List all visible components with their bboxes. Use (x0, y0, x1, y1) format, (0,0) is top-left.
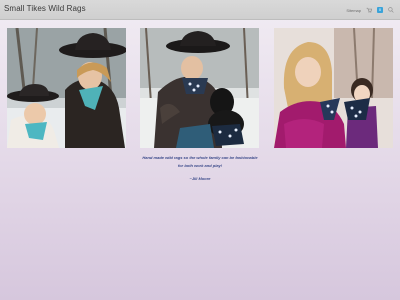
gallery-photo-3[interactable] (274, 28, 393, 148)
sitemap-link[interactable]: Sitemap (346, 8, 361, 13)
cart-icon[interactable] (366, 7, 372, 13)
gallery-photo-2[interactable] (140, 28, 259, 148)
site-title[interactable]: Small Tikes Wild Rags (4, 4, 86, 13)
photo-image (7, 28, 126, 148)
header-nav: Sitemap 0 (346, 6, 394, 14)
photo-gallery (7, 28, 393, 148)
cart-count-badge[interactable]: 0 (377, 7, 383, 13)
top-bar: Small Tikes Wild Rags Sitemap 0 (0, 0, 400, 20)
photo-image (274, 28, 393, 148)
gallery-photo-1[interactable] (7, 28, 126, 148)
testimonial-author: ~Jill Moore (189, 176, 211, 181)
photo-image (140, 28, 259, 148)
search-icon[interactable] (388, 7, 394, 13)
testimonial-quote: Hand made wild rags so the whole family … (142, 155, 258, 168)
